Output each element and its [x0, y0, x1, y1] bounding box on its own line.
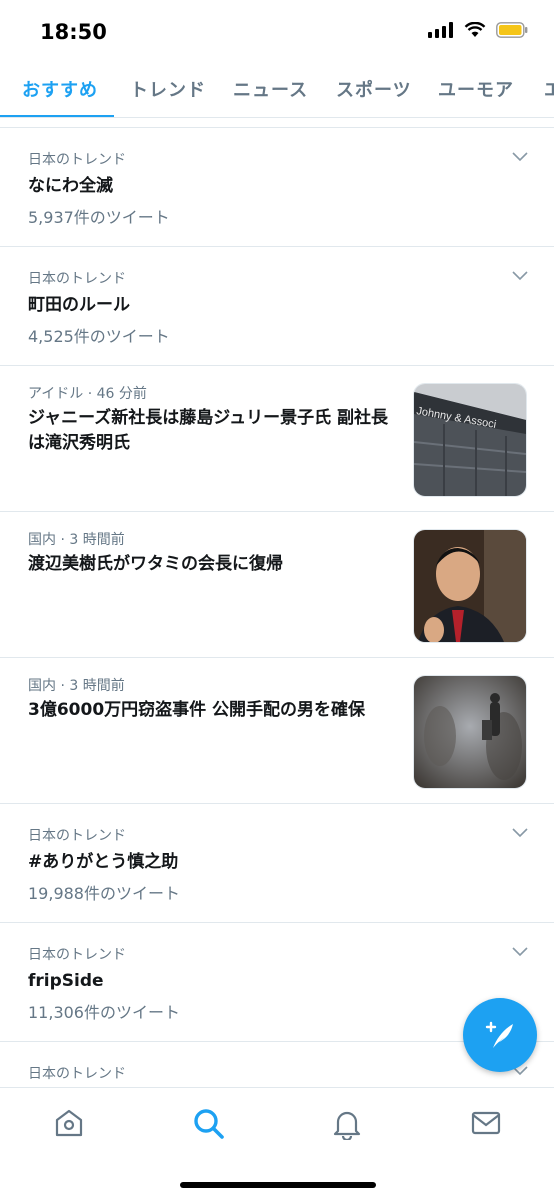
- trend-item[interactable]: 日本のトレンド #ありがとう慎之助 19,988件のツイート: [0, 804, 554, 922]
- explore-feed[interactable]: 日本のトレンド なにわ全滅 5,937件のツイート 日本のトレンド 町田のルール…: [0, 127, 554, 1102]
- news-item[interactable]: アイドル · 46 分前 ジャニーズ新社長は藤島ジュリー景子氏 副社長は滝沢秀明…: [0, 366, 554, 511]
- trend-context: 日本のトレンド: [28, 1066, 126, 1082]
- divider: [0, 117, 554, 118]
- home-indicator: [180, 1182, 376, 1188]
- man-portrait-photo: [414, 530, 526, 642]
- tab-recommended[interactable]: おすすめ: [22, 76, 98, 102]
- news-item[interactable]: 国内 · 3 時間前 渡辺美樹氏がワタミの会長に復帰: [0, 512, 554, 657]
- news-context: 国内 · 3 時間前: [28, 678, 125, 694]
- trend-context: 日本のトレンド: [28, 271, 126, 287]
- news-item[interactable]: 国内 · 3 時間前 3億6000万円窃盗事件 公開手配の男を確保: [0, 658, 554, 803]
- wifi-icon: [464, 22, 486, 37]
- trend-title: #ありがとう慎之助: [28, 852, 179, 872]
- search-icon[interactable]: [191, 1106, 225, 1140]
- news-thumbnail: [413, 675, 527, 789]
- status-time: 18:50: [40, 20, 107, 44]
- chevron-down-icon[interactable]: [512, 271, 528, 281]
- news-context: アイドル · 46 分前: [28, 386, 147, 402]
- tab-trends[interactable]: トレンド: [130, 76, 206, 102]
- building-photo: Johnny & Associ: [414, 384, 526, 496]
- trend-context: 日本のトレンド: [28, 947, 126, 963]
- tweet-count: 19,988件のツイート: [28, 884, 180, 903]
- bell-icon[interactable]: [330, 1106, 364, 1140]
- tab-sports[interactable]: スポーツ: [336, 76, 412, 102]
- chevron-down-icon[interactable]: [512, 828, 528, 838]
- trend-context: 日本のトレンド: [28, 828, 126, 844]
- news-headline: 渡辺美樹氏がワタミの会長に復帰: [28, 554, 283, 574]
- news-thumbnail: Johnny & Associ: [413, 383, 527, 497]
- news-headline: 3億6000万円窃盗事件 公開手配の男を確保: [28, 700, 366, 720]
- chevron-down-icon[interactable]: [512, 947, 528, 957]
- tab-news[interactable]: ニュース: [233, 76, 308, 102]
- tab-humor[interactable]: ユーモア: [438, 76, 514, 102]
- home-icon[interactable]: [52, 1106, 86, 1140]
- news-thumbnail: [413, 529, 527, 643]
- trend-title: なにわ全滅: [28, 176, 113, 196]
- signal-icon: [428, 22, 453, 38]
- trend-context: 日本のトレンド: [28, 152, 126, 168]
- mail-icon[interactable]: [469, 1106, 503, 1140]
- compose-feather-icon: [485, 1021, 513, 1048]
- trend-title: 町田のルール: [28, 295, 130, 315]
- trend-item[interactable]: 日本のトレンド 町田のルール 4,525件のツイート: [0, 247, 554, 365]
- tweet-count: 11,306件のツイート: [28, 1003, 180, 1022]
- status-icons: [428, 22, 528, 38]
- news-headline: ジャニーズ新社長は藤島ジュリー景子氏 副社長は滝沢秀明氏: [28, 408, 389, 453]
- tweet-count: 4,525件のツイート: [28, 327, 170, 346]
- news-context: 国内 · 3 時間前: [28, 532, 125, 548]
- tab-entertainment[interactable]: エ: [544, 76, 554, 102]
- tweet-count: 5,937件のツイート: [28, 208, 170, 227]
- status-bar: 18:50: [0, 0, 554, 62]
- chevron-down-icon[interactable]: [512, 152, 528, 162]
- blurred-scene-photo: [414, 676, 526, 788]
- explore-tabs: おすすめ トレンド ニュース スポーツ ユーモア エ: [0, 62, 554, 118]
- trend-item[interactable]: 日本のトレンド なにわ全滅 5,937件のツイート: [0, 128, 554, 246]
- compose-tweet-button[interactable]: [463, 998, 537, 1072]
- battery-icon: [496, 22, 528, 38]
- trend-title: fripSide: [28, 971, 104, 991]
